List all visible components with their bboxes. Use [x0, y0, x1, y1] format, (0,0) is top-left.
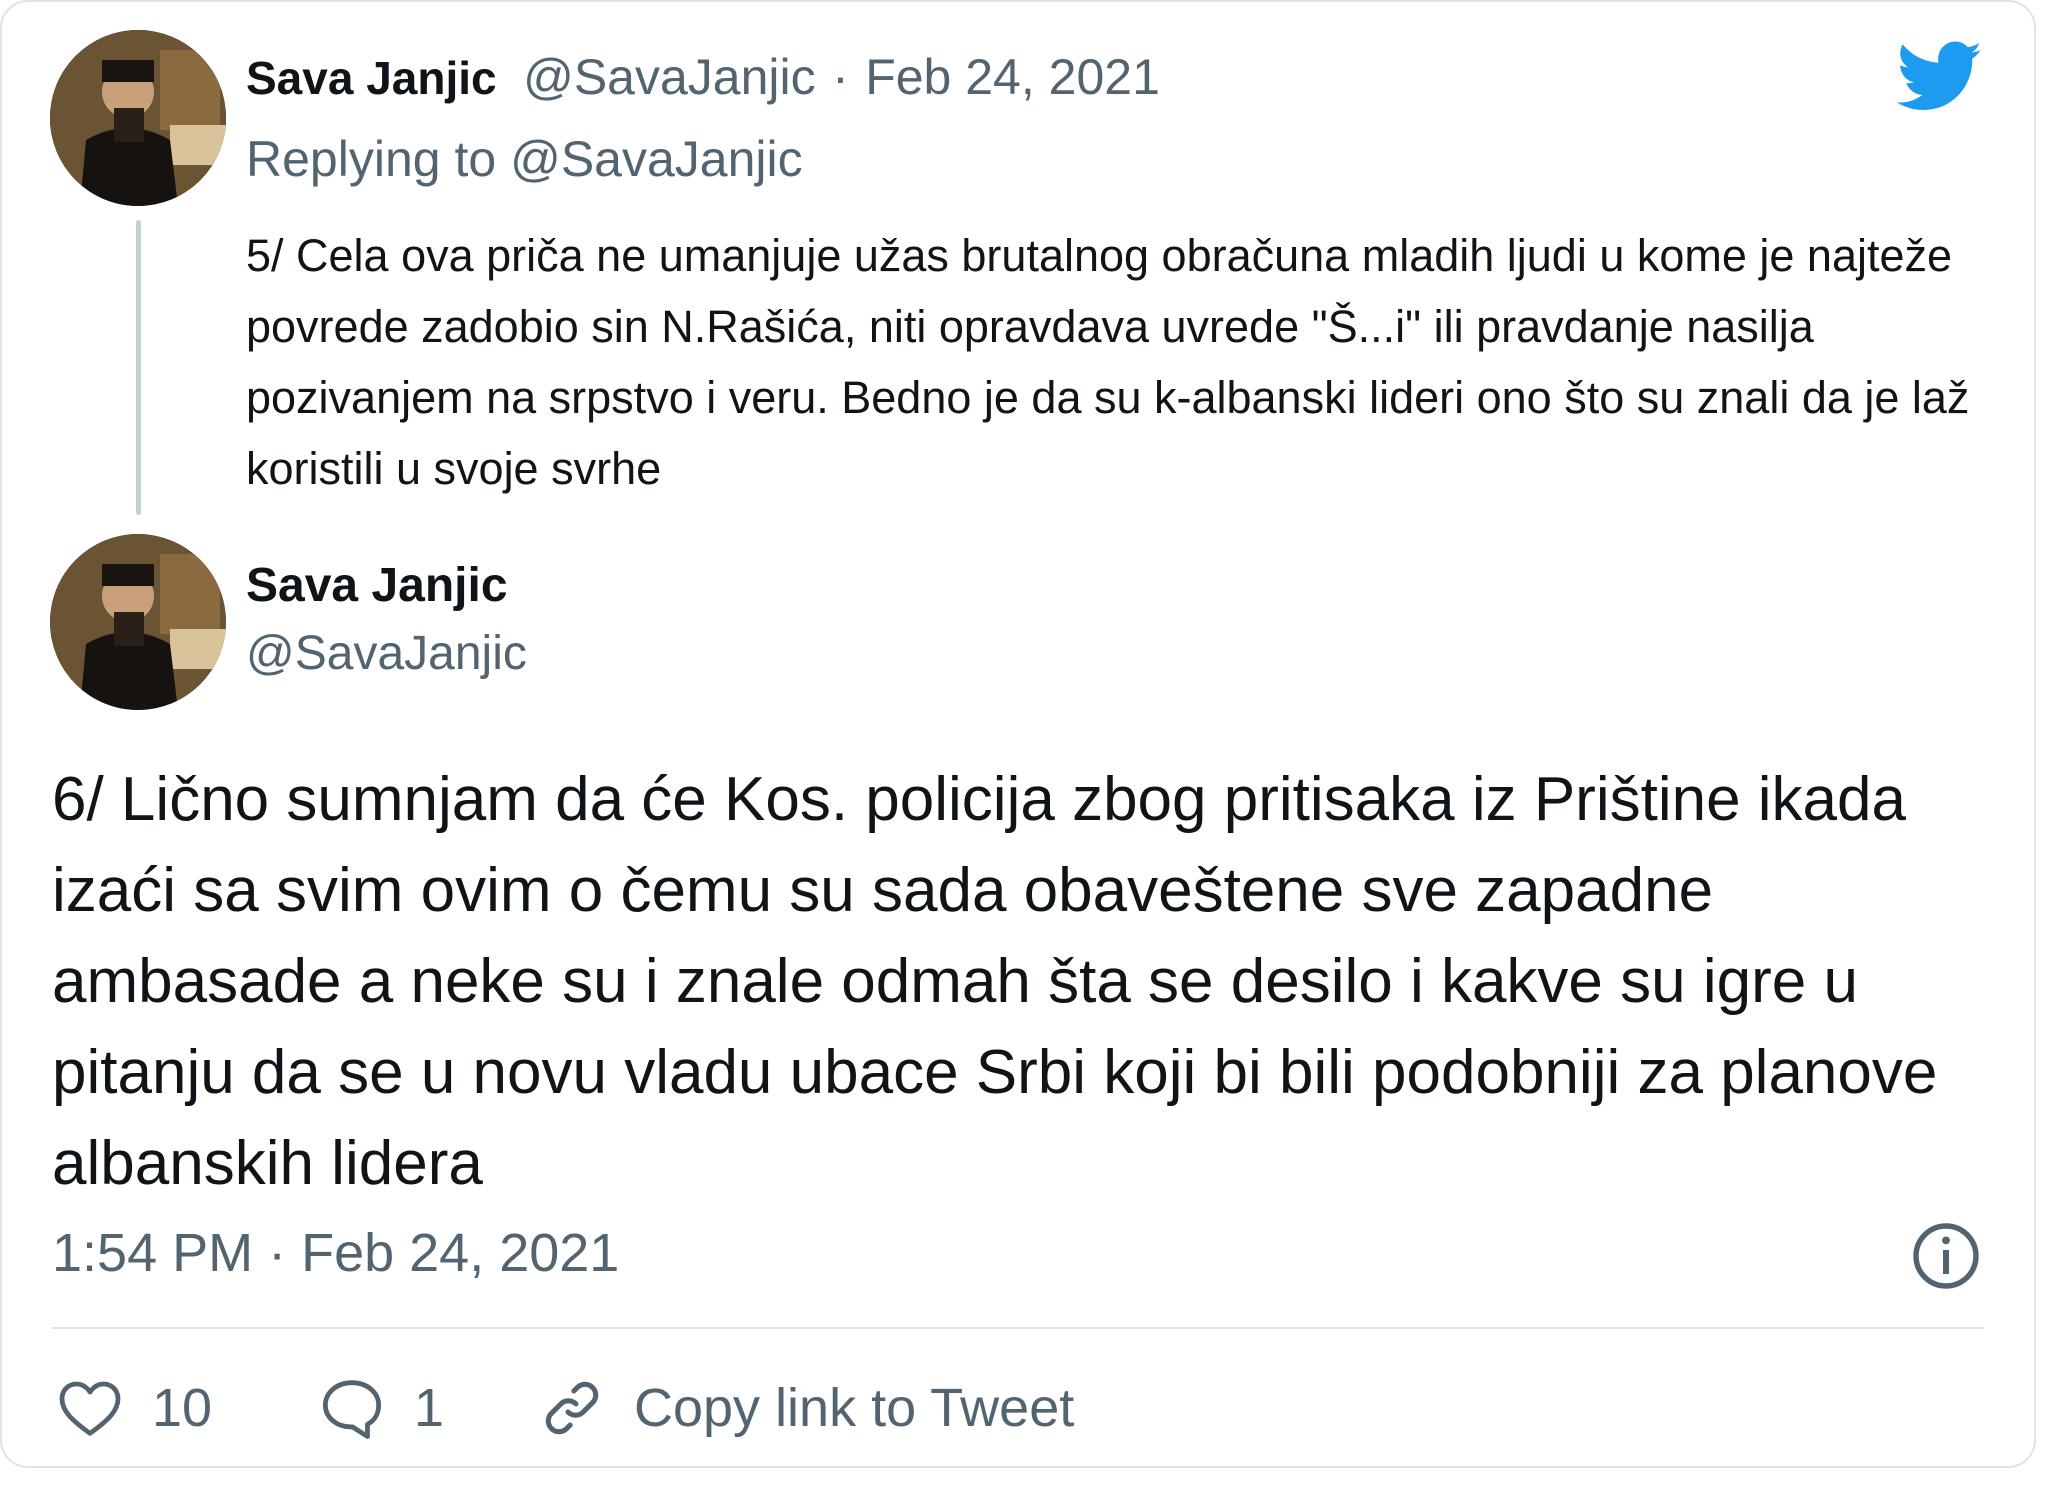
replying-to-line: Replying to @SavaJanjic [246, 130, 803, 188]
main-author-handle[interactable]: @SavaJanjic [246, 626, 527, 681]
copy-link-button[interactable]: Copy link to Tweet [540, 1370, 1074, 1446]
reply-count: 1 [414, 1378, 445, 1438]
replying-to-label: Replying to [246, 131, 497, 187]
thread-connector-line [136, 220, 141, 515]
replying-to-handle[interactable]: @SavaJanjic [510, 131, 803, 187]
actions-divider [52, 1327, 1984, 1329]
comment-bubble-icon [322, 1380, 382, 1439]
heart-icon [59, 1381, 121, 1436]
main-tweet-text: 6/ Lično sumnjam da će Kos. policija zbo… [52, 765, 1938, 1198]
reply-tweet-header: Sava Janjic @SavaJanjic · Feb 24, 2021 [246, 48, 1160, 108]
reply-author-name[interactable]: Sava Janjic [246, 52, 497, 104]
reply-author-avatar[interactable] [50, 30, 226, 206]
main-author-name[interactable]: Sava Janjic [246, 558, 508, 613]
main-author-avatar[interactable] [50, 534, 226, 710]
header-separator: · [832, 49, 849, 105]
link-icon [545, 1381, 599, 1435]
like-button[interactable]: 10 [58, 1370, 212, 1446]
like-count: 10 [152, 1378, 213, 1438]
reply-button[interactable]: 1 [320, 1370, 444, 1446]
tweet-timestamp[interactable]: 1:54 PM · Feb 24, 2021 [52, 1222, 619, 1284]
tweet-card: Sava Janjic @SavaJanjic · Feb 24, 2021 R… [0, 0, 2036, 1468]
info-icon[interactable] [1910, 1220, 1982, 1292]
reply-tweet-date[interactable]: Feb 24, 2021 [865, 49, 1160, 105]
reply-tweet-text: 5/ Cela ova priča ne umanjuje užas bruta… [246, 230, 1970, 494]
twitter-bird-icon[interactable] [1897, 40, 1983, 114]
copy-link-label: Copy link to Tweet [634, 1378, 1075, 1438]
reply-author-handle[interactable]: @SavaJanjic [523, 49, 816, 105]
